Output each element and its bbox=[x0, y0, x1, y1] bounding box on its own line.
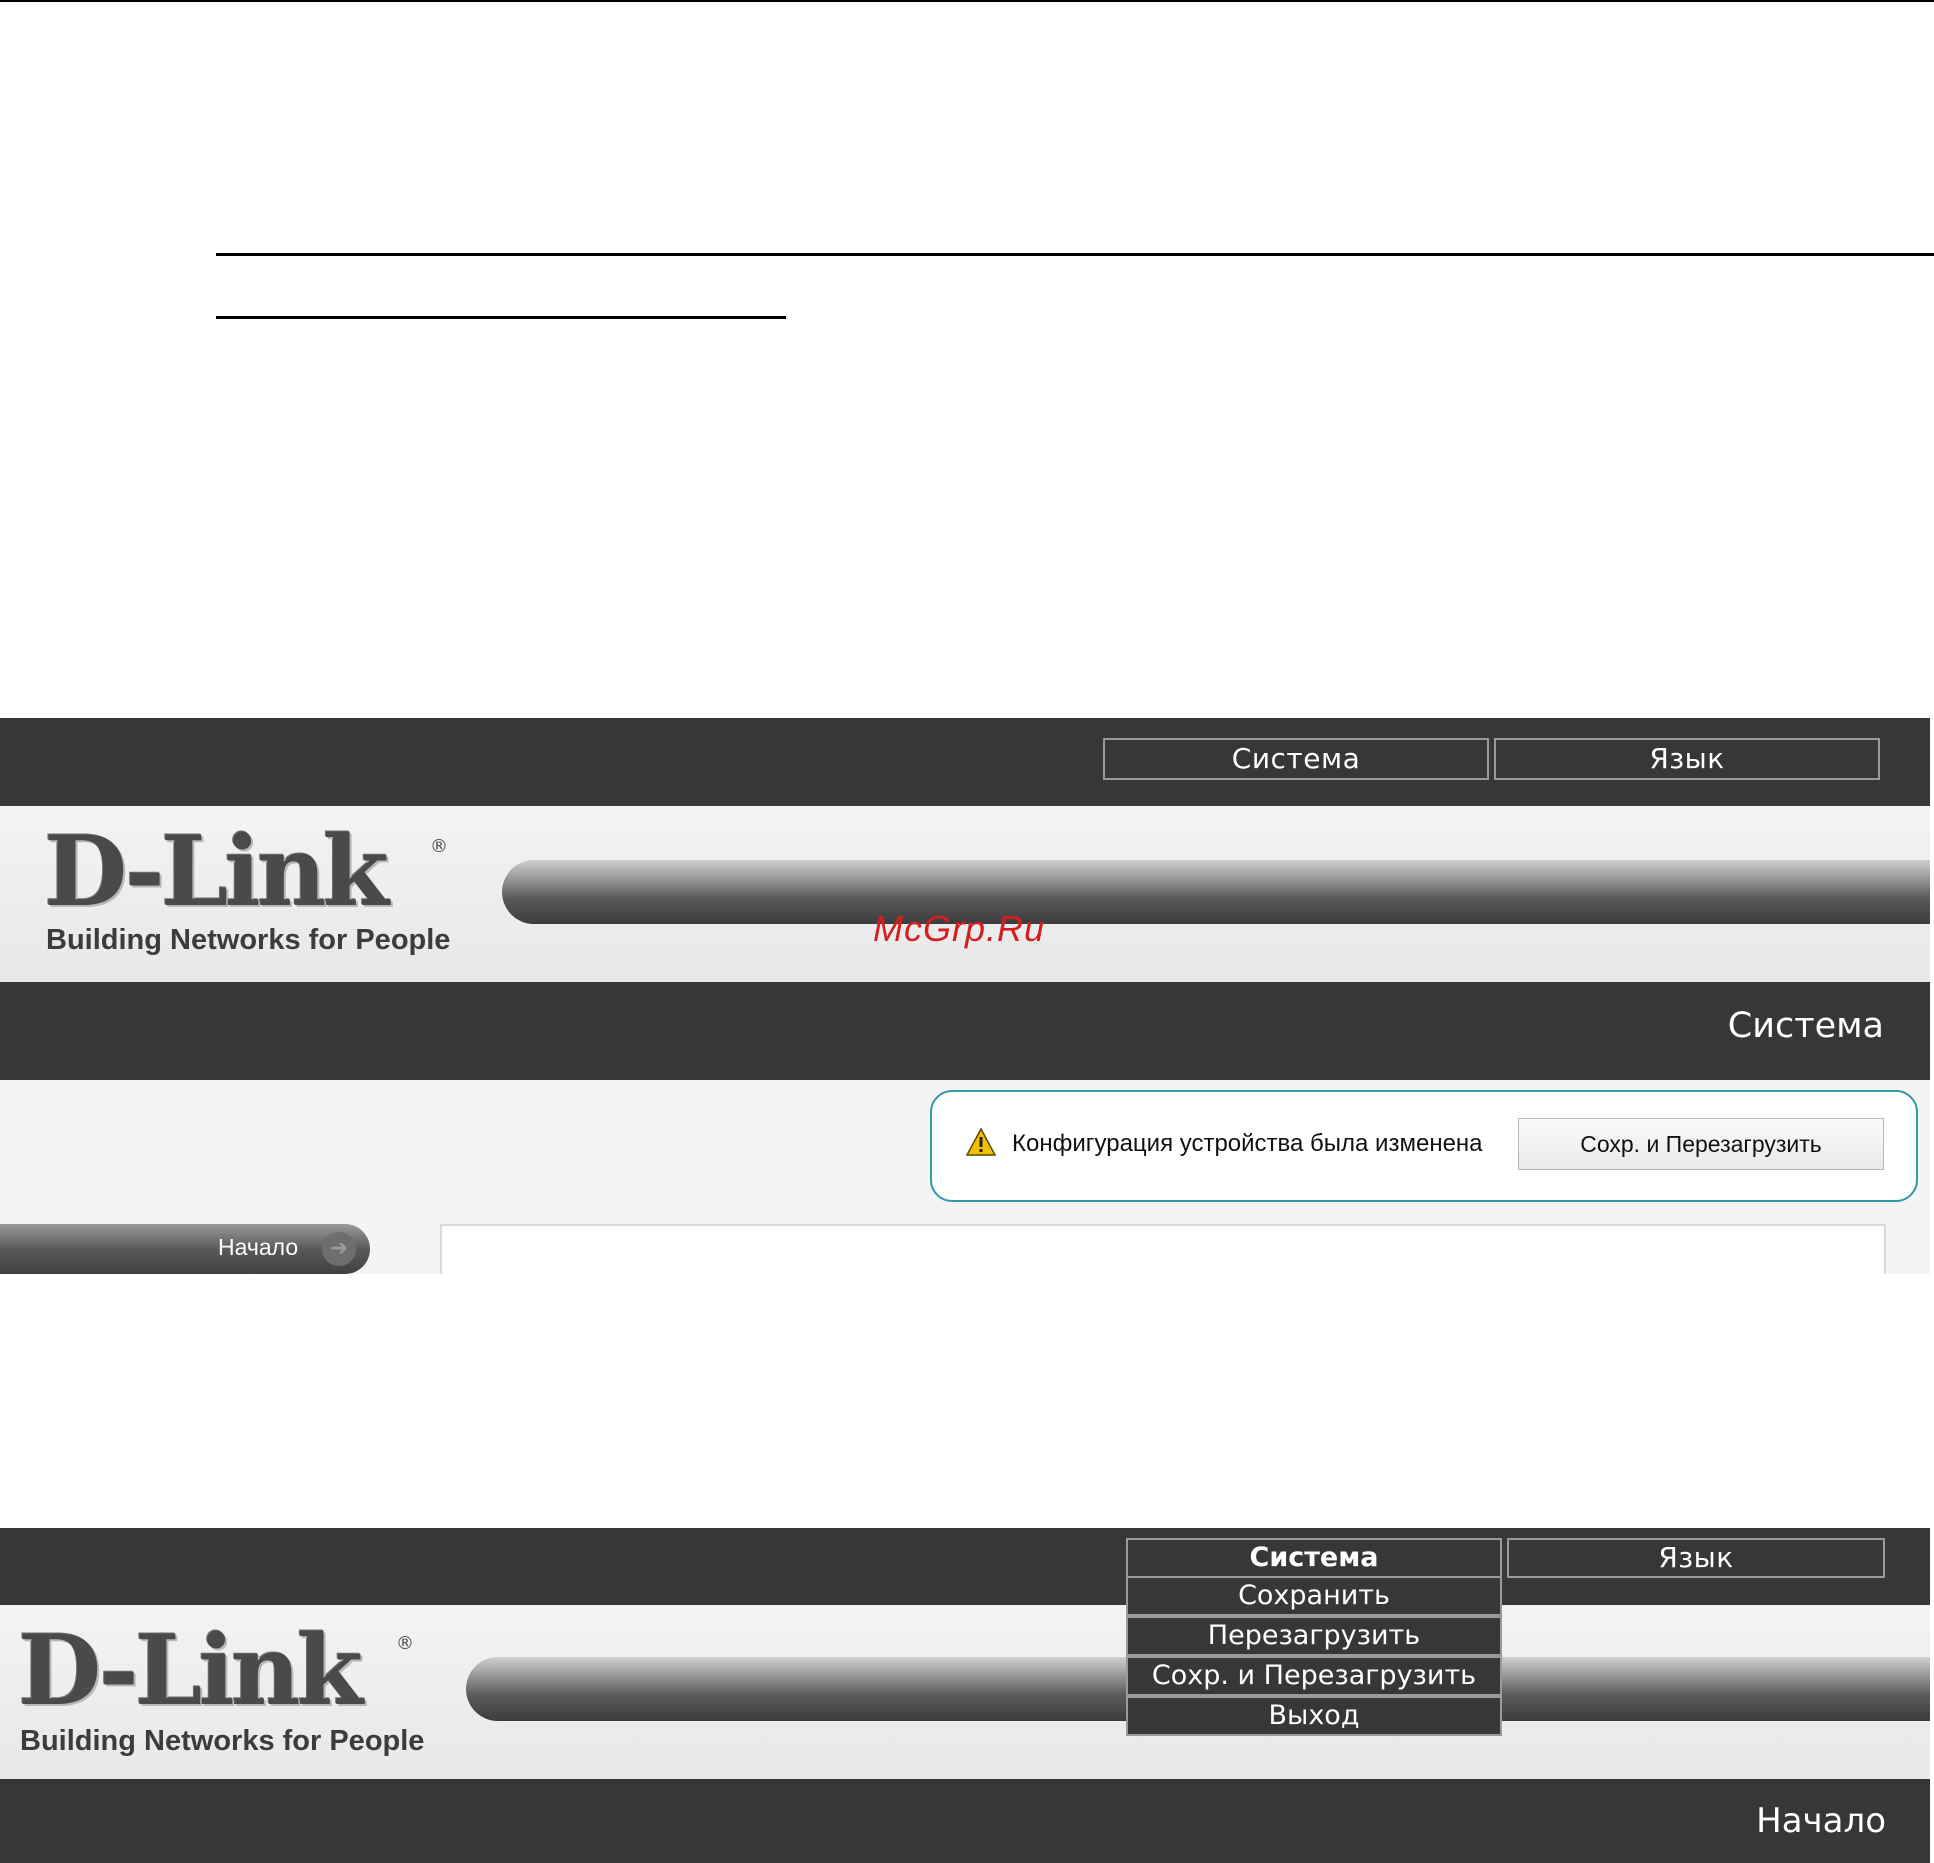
router-ui-screenshot-system-menu: Язык D-Link ® Building Networks for Peop… bbox=[0, 1528, 1930, 1863]
nav-language-button[interactable]: Язык bbox=[1494, 738, 1880, 780]
logo-tagline: Building Networks for People bbox=[46, 924, 451, 956]
nav-system-button-active[interactable]: Система bbox=[1126, 1538, 1502, 1578]
dlink-logo: D-Link bbox=[18, 1614, 363, 1727]
heading-underline-short bbox=[216, 316, 786, 319]
page-title: Система bbox=[1727, 1006, 1884, 1046]
registered-mark: ® bbox=[430, 836, 448, 857]
menu-item-reboot[interactable]: Перезагрузить bbox=[1126, 1616, 1502, 1656]
top-nav-bar: Язык bbox=[0, 1528, 1930, 1605]
page-title: Начало bbox=[1756, 1801, 1886, 1841]
registered-mark: ® bbox=[396, 1633, 414, 1654]
sidebar-home-label: Начало bbox=[218, 1234, 299, 1260]
sidebar-home-item[interactable]: Начало ➜ bbox=[0, 1224, 370, 1274]
save-and-reboot-button[interactable]: Сохр. и Перезагрузить bbox=[1518, 1118, 1884, 1170]
page-title-bar: Система bbox=[0, 982, 1930, 1080]
logo-band: D-Link ® Building Networks for People bbox=[0, 806, 1930, 982]
watermark-text: McGrp.Ru bbox=[873, 908, 1046, 949]
logo-tagline: Building Networks for People bbox=[20, 1725, 425, 1757]
menu-item-save-and-reboot[interactable]: Сохр. и Перезагрузить bbox=[1126, 1656, 1502, 1696]
page-title-bar: Начало bbox=[0, 1779, 1930, 1863]
config-changed-notice: Конфигурация устройства была изменена Со… bbox=[930, 1090, 1918, 1202]
heading-underline-long bbox=[216, 253, 1934, 256]
top-nav-bar: Система Язык bbox=[0, 718, 1930, 806]
content-panel bbox=[440, 1224, 1886, 1274]
nav-system-button[interactable]: Система bbox=[1103, 738, 1489, 780]
warning-icon bbox=[966, 1128, 996, 1156]
decorative-header-pill bbox=[502, 860, 1930, 924]
top-border-rule bbox=[0, 0, 1934, 2]
nav-language-button[interactable]: Язык bbox=[1507, 1538, 1885, 1578]
arrow-right-icon: ➜ bbox=[322, 1232, 356, 1266]
menu-item-logout[interactable]: Выход bbox=[1126, 1696, 1502, 1736]
notice-message: Конфигурация устройства была изменена bbox=[1012, 1130, 1483, 1157]
menu-item-save[interactable]: Сохранить bbox=[1126, 1576, 1502, 1616]
dlink-logo: D-Link bbox=[44, 815, 389, 928]
router-ui-screenshot-system-notice: Система Язык D-Link ® Building Networks … bbox=[0, 718, 1930, 1274]
logo-band: D-Link ® Building Networks for People bbox=[0, 1605, 1930, 1779]
